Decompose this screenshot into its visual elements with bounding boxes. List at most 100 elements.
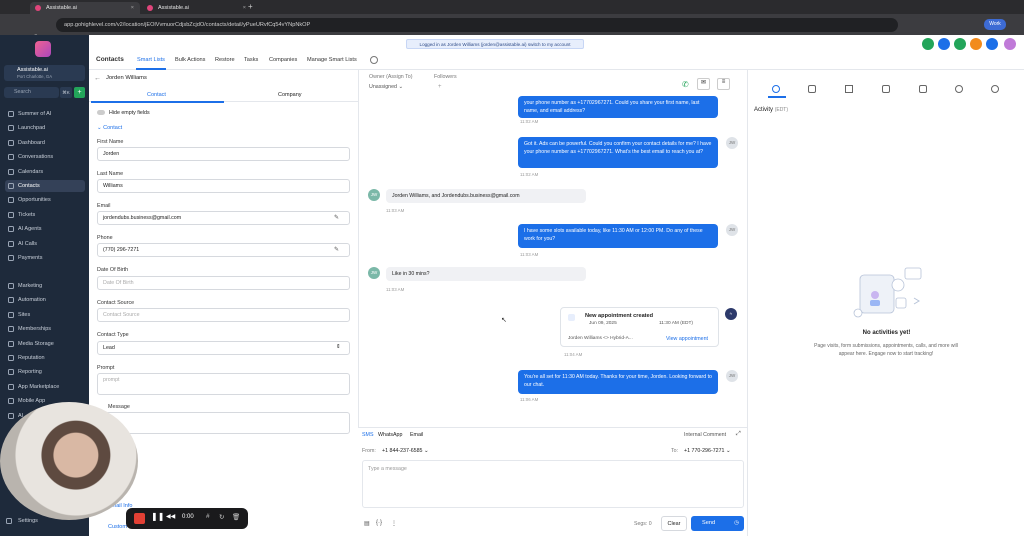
message-field[interactable] bbox=[97, 412, 350, 434]
sidebar-item-ai-calls[interactable]: AI Calls bbox=[5, 238, 85, 250]
dollar-icon[interactable] bbox=[955, 85, 963, 93]
sidebar-search-input[interactable]: Search bbox=[4, 87, 59, 98]
grid-icon[interactable]: # bbox=[206, 513, 210, 520]
last-name-field[interactable]: Williams bbox=[97, 179, 350, 193]
document-icon[interactable] bbox=[919, 85, 927, 93]
email-field[interactable]: jordendubs.business@gmail.com bbox=[97, 211, 350, 225]
tab-sms[interactable]: SMS bbox=[362, 432, 373, 438]
clear-button[interactable]: Clear bbox=[661, 516, 687, 531]
bell-icon[interactable] bbox=[970, 38, 982, 50]
tab-email[interactable]: Email bbox=[410, 432, 423, 438]
help-icon[interactable] bbox=[954, 38, 966, 50]
restart-icon[interactable]: ↻ bbox=[219, 513, 224, 521]
contact-section-toggle[interactable]: ⌄ Contact bbox=[97, 125, 122, 131]
sidebar-item-conversations[interactable]: Conversations bbox=[5, 151, 85, 163]
hide-empty-toggle[interactable] bbox=[97, 110, 105, 115]
tab-company[interactable]: Company bbox=[278, 92, 302, 98]
sidebar-item-memberships[interactable]: Memberships bbox=[5, 323, 85, 335]
quick-add-button[interactable]: + bbox=[74, 87, 85, 98]
internal-comment-tab[interactable]: Internal Comment bbox=[684, 432, 726, 438]
sidebar-item-tickets[interactable]: Tickets bbox=[5, 209, 85, 221]
settings-icon[interactable] bbox=[370, 56, 378, 64]
close-icon[interactable]: × bbox=[243, 2, 246, 14]
recording-timer: 0:00 bbox=[182, 514, 194, 520]
new-tab-button[interactable]: + bbox=[248, 2, 253, 11]
filter-icon[interactable]: ≡ bbox=[717, 78, 730, 90]
contact-source-field[interactable]: Contact Source bbox=[97, 308, 350, 322]
profile-button[interactable]: Work bbox=[984, 19, 1006, 30]
workflow-icon[interactable] bbox=[991, 85, 999, 93]
code-icon[interactable]: {·} bbox=[376, 520, 382, 526]
sidebar-item-opportunities[interactable]: Opportunities bbox=[5, 194, 85, 206]
browser-tab[interactable]: Assistable.ai × bbox=[30, 2, 140, 14]
phone-icon[interactable] bbox=[922, 38, 934, 50]
tab-contact[interactable]: Contact bbox=[147, 92, 166, 98]
sidebar-item-media-storage[interactable]: Media Storage bbox=[5, 338, 85, 350]
browser-tab[interactable]: Assistable.ai × bbox=[142, 2, 252, 14]
nav-tasks[interactable]: Tasks bbox=[244, 57, 258, 63]
contact-type-select[interactable]: Lead bbox=[97, 341, 350, 355]
settings-link[interactable]: Settings bbox=[5, 518, 38, 524]
edit-icon[interactable]: ✎ bbox=[334, 214, 339, 221]
custom-section[interactable]: Custom bbox=[108, 524, 127, 530]
calendar-icon[interactable] bbox=[882, 85, 890, 93]
first-name-field[interactable]: Jorden bbox=[97, 147, 350, 161]
sidebar-item-automation[interactable]: Automation bbox=[5, 294, 85, 306]
dob-field[interactable]: Date Of Birth bbox=[97, 276, 350, 290]
attachment-icon[interactable]: ▤ bbox=[364, 520, 370, 527]
empty-activity-illustration bbox=[853, 267, 922, 318]
sidebar-item-ai-agents[interactable]: AI Agents bbox=[5, 223, 85, 235]
rewind-icon[interactable]: ◀◀ bbox=[166, 513, 175, 520]
prompt-field[interactable]: prompt bbox=[97, 373, 350, 395]
view-appointment-link[interactable]: View appointment bbox=[666, 336, 708, 342]
tab-whatsapp[interactable]: WhatsApp bbox=[378, 432, 402, 438]
message-input[interactable]: Type a message bbox=[362, 460, 744, 508]
page-title: Contacts bbox=[96, 56, 124, 63]
add-follower-button[interactable]: + bbox=[438, 84, 442, 90]
sidebar-item-reputation[interactable]: Reputation bbox=[5, 352, 85, 364]
trash-icon[interactable]: 🗑 bbox=[232, 513, 240, 521]
mail-icon[interactable]: ✉ bbox=[697, 78, 710, 90]
sidebar-item-contacts[interactable]: Contacts bbox=[5, 180, 85, 192]
avatar[interactable] bbox=[1004, 38, 1016, 50]
sidebar-item-summer-of-ai[interactable]: Summer of AI bbox=[5, 108, 85, 120]
question-icon[interactable] bbox=[986, 38, 998, 50]
task-icon[interactable] bbox=[808, 85, 816, 93]
sidebar-item-reporting[interactable]: Reporting bbox=[5, 366, 85, 378]
megaphone-icon[interactable] bbox=[938, 38, 950, 50]
sidebar-item-label: Reporting bbox=[18, 369, 42, 376]
sidebar-item-app-marketplace[interactable]: App Marketplace bbox=[5, 381, 85, 393]
close-icon[interactable]: × bbox=[131, 2, 134, 14]
phone-field[interactable]: (770) 296-7271 bbox=[97, 243, 350, 257]
url-input[interactable]: app.gohighlevel.com/v2/location/jEOlVvmu… bbox=[56, 18, 898, 32]
owner-select[interactable]: Unassigned ⌄ bbox=[369, 84, 403, 90]
nav-smart-lists[interactable]: Smart Lists bbox=[137, 57, 165, 63]
pause-icon[interactable]: ❚❚ bbox=[151, 512, 164, 521]
sidebar-item-calendars[interactable]: Calendars bbox=[5, 166, 85, 178]
phone-call-icon[interactable]: ✆ bbox=[682, 80, 689, 89]
nav-manage-smart-lists[interactable]: Manage Smart Lists bbox=[307, 57, 357, 63]
more-icon[interactable]: ⋮ bbox=[391, 520, 397, 527]
sidebar-item-sites[interactable]: Sites bbox=[5, 309, 85, 321]
stop-record-button[interactable] bbox=[134, 513, 145, 524]
sidebar-item-payments[interactable]: Payments bbox=[5, 252, 85, 264]
sidebar-item-marketing[interactable]: Marketing bbox=[5, 280, 85, 292]
account-switcher[interactable]: Assistable.ai Port Charlotte, GA bbox=[4, 65, 85, 81]
nav-restore[interactable]: Restore bbox=[215, 57, 235, 63]
expand-icon[interactable]: ⤢ bbox=[736, 431, 741, 438]
nav-companies[interactable]: Companies bbox=[269, 57, 297, 63]
from-select[interactable]: +1 844-237-6585 ⌄ bbox=[382, 448, 428, 454]
message-time: 11:03 AM bbox=[386, 208, 405, 213]
schedule-icon[interactable]: ◷ bbox=[734, 516, 739, 531]
segment-count: Segs: 0 bbox=[634, 521, 652, 527]
sidebar-item-launchpad[interactable]: Launchpad bbox=[5, 122, 85, 134]
impersonation-banner[interactable]: Logged in as Jorden Williams (jorden@ass… bbox=[406, 39, 584, 49]
activity-icon[interactable] bbox=[772, 85, 780, 93]
send-button[interactable]: Send ◷ bbox=[691, 516, 744, 531]
nav-bulk-actions[interactable]: Bulk Actions bbox=[175, 57, 205, 63]
to-select[interactable]: +1 770-296-7271 ⌄ bbox=[684, 448, 730, 454]
edit-icon[interactable]: ✎ bbox=[334, 246, 339, 253]
sidebar-item-dashboard[interactable]: Dashboard bbox=[5, 137, 85, 149]
back-icon[interactable]: ← bbox=[94, 75, 101, 82]
pencil-icon[interactable] bbox=[845, 85, 853, 93]
